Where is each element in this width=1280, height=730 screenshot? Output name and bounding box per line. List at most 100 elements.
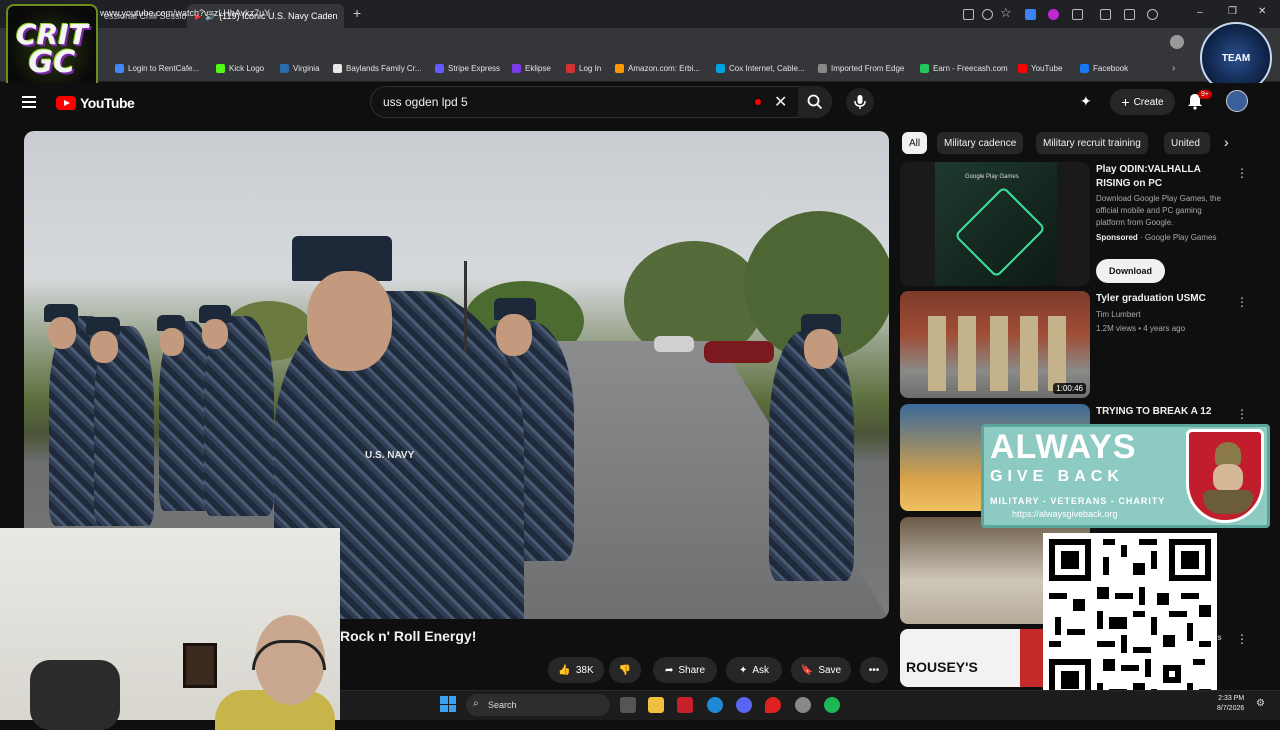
bookmark-favicon-icon [115,64,124,73]
avatar[interactable] [1226,90,1248,112]
sponsor-tagline: MILITARY - VETERANS - CHARITY [990,496,1166,506]
voice-search-button[interactable] [846,88,874,116]
maximize-button[interactable]: ❐ [1228,6,1237,17]
taskbar-search[interactable]: Search [466,694,610,716]
star-icon[interactable]: ☆ [1000,5,1012,21]
bookmark-label: Virginia [293,64,320,73]
profile-icon[interactable] [1170,35,1184,49]
url-field[interactable]: www.youtube.com/watch?v=zLHhAvkz7uY [100,8,270,18]
extension-icon[interactable] [1072,9,1083,20]
search-icon: ⌕ [473,698,479,709]
task-view-icon[interactable] [620,697,636,713]
bookmark-item[interactable]: Stripe Express [435,64,500,73]
share-button[interactable]: ➦ Share [653,657,717,683]
thumbs-down-icon: 👎 [618,664,632,676]
bookmark-label: Facebook [1093,64,1129,73]
bookmark-item[interactable]: Earn - Freecash.com [920,64,1008,73]
bookmark-item[interactable]: Login to RentCafe... [115,64,199,73]
youtube-wordmark: YouTube [80,95,135,111]
extension-icon[interactable] [1048,9,1059,20]
rec-title[interactable]: Play ODIN:VALHALLA RISING on PC [1096,163,1228,191]
bookmark-item[interactable]: YouTube [1018,64,1062,73]
bookmark-favicon-icon [435,64,444,73]
menu-icon[interactable] [22,96,36,108]
save-button[interactable]: 🔖 Save [791,657,851,683]
windows-start-icon[interactable] [440,696,456,712]
sponsor-name: Google Play Games [1144,233,1217,242]
system-clock[interactable]: 2:33 PM 8/7/2026 [1217,694,1244,714]
download-button[interactable]: Download [1096,259,1165,283]
favorites-icon[interactable] [1124,9,1135,20]
chip-military-recruit-training[interactable]: Military recruit training [1036,132,1148,154]
share-icon: ➦ [664,664,674,676]
chip-all[interactable]: All [902,132,928,154]
puzzle-icon[interactable] [1100,9,1111,20]
bookmark-label: Stripe Express [448,64,501,73]
qr-code [1043,533,1217,707]
rec-thumbnail[interactable]: 1:00:46 [900,291,1090,398]
dislike-button[interactable]: 👎 [609,657,641,683]
map-pin-icon[interactable] [765,697,781,713]
bookmark-item[interactable]: Cox Internet, Cable... [716,64,805,73]
extension-icon[interactable] [1025,9,1036,20]
app-icon[interactable] [677,697,693,713]
bookmark-label: Baylands Family Cr... [346,64,422,73]
search-button[interactable] [798,86,832,118]
soldier-shield-icon [1186,429,1264,523]
more-options-icon[interactable]: ⋮ [1236,407,1248,421]
sponsored-line: Sponsored · Google Play Games [1096,233,1217,242]
settings-icon[interactable] [795,697,811,713]
notification-badge: 9+ [1198,90,1212,99]
new-tab-button[interactable]: + [353,5,361,21]
clear-search-icon[interactable]: ✕ [774,92,787,112]
install-app-icon[interactable] [963,9,974,20]
close-window-button[interactable]: ✕ [1258,6,1266,17]
chip-military-cadence[interactable]: Military cadence [937,132,1024,154]
plus-icon: + [1121,94,1130,110]
youtube-logo[interactable]: YouTube [56,95,135,111]
ask-button[interactable]: ✦ Ask [726,657,782,683]
chevron-right-icon[interactable]: › [1172,63,1175,74]
bookmark-label: Cox Internet, Cable... [729,64,805,73]
rec-title[interactable]: TRYING TO BREAK A 12 [1096,405,1228,419]
ask-label: Ask [752,664,770,676]
record-dot-icon [755,99,761,105]
ad-thumbnail[interactable]: Google Play Games [900,162,1090,286]
edge-icon[interactable] [707,697,723,713]
file-explorer-icon[interactable] [648,697,664,713]
like-button[interactable]: 👍 38K [548,657,604,683]
bookmark-item[interactable]: Kick Logo [216,64,264,73]
search-input[interactable]: uss ogden lpd 5 [383,95,468,109]
chip-united[interactable]: United [1164,132,1210,154]
bookmark-item[interactable]: Virginia [280,64,320,73]
chevron-right-icon[interactable]: › [1224,134,1229,150]
save-label: Save [818,664,842,676]
notification-icon[interactable]: ⚙ [1256,698,1265,709]
bookmark-item[interactable]: Amazon.com: Erbi... [615,64,700,73]
more-options-icon[interactable]: ⋮ [1236,295,1248,309]
discord-icon[interactable] [736,697,752,713]
create-button[interactable]: + Create [1110,89,1175,115]
sparkle-icon: ✦ [738,664,748,676]
bookmark-item[interactable]: Facebook [1080,64,1128,73]
minimize-button[interactable]: – [1197,7,1203,18]
bookmark-item[interactable]: Eklipse [512,64,551,73]
address-bar [0,28,1280,56]
bookmark-item[interactable]: Baylands Family Cr... [333,64,422,73]
youtube-play-icon [56,96,76,110]
bookmark-label: Earn - Freecash.com [933,64,1008,73]
zoom-icon[interactable] [982,9,993,20]
rec-title[interactable]: Tyler graduation USMC [1096,292,1228,306]
microphone-icon [854,95,866,109]
gemini-icon[interactable]: ✦ [1080,93,1092,110]
spotify-icon[interactable] [824,697,840,713]
more-actions-button[interactable]: ••• [860,657,888,683]
more-options-icon[interactable]: ⋮ [1236,632,1248,646]
close-tab-icon[interactable]: ✕ [338,11,345,22]
bookmark-item[interactable]: Log In [566,64,601,73]
bookmark-favicon-icon [818,64,827,73]
history-icon[interactable] [1147,9,1158,20]
more-options-icon[interactable]: ⋮ [1236,166,1248,180]
thumb-text: Google Play Games [965,174,1019,180]
bookmark-item[interactable]: Imported From Edge [818,64,904,73]
